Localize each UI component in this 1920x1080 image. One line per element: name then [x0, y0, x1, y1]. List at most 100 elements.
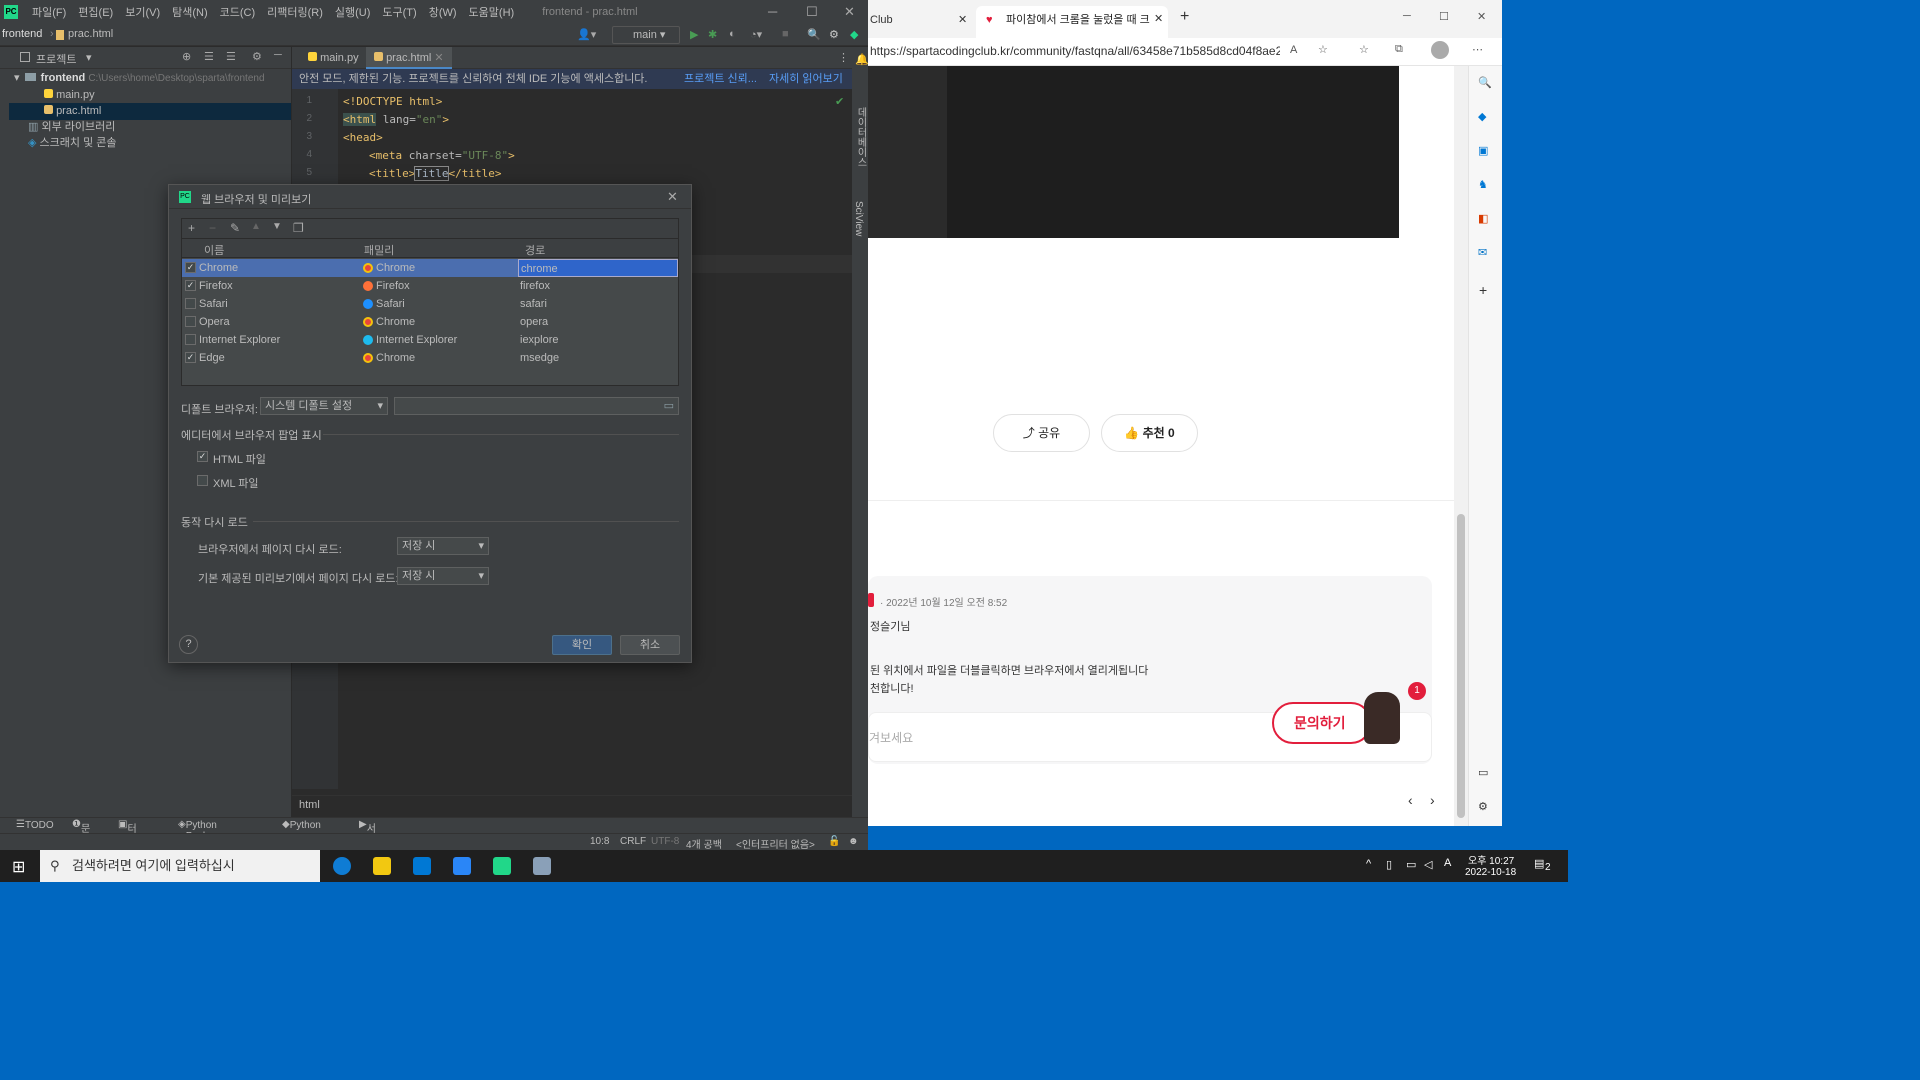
copy-icon[interactable]: ❐	[293, 221, 304, 235]
tree-external-libraries[interactable]: ▥ 외부 라이브러리	[28, 119, 115, 136]
notifications-icon[interactable]: 🔔	[855, 53, 869, 66]
minimize-icon[interactable]: ─	[768, 4, 777, 19]
caret-position[interactable]: 10:8	[590, 836, 609, 847]
panel-settings-icon[interactable]: ⚙	[252, 50, 262, 63]
column-path[interactable]: 경로	[525, 242, 545, 258]
favorites-list-icon[interactable]: ☆	[1359, 43, 1369, 56]
scrollbar[interactable]	[1454, 66, 1468, 826]
table-row[interactable]: Opera Chrome opera	[182, 313, 678, 331]
clock-time[interactable]: 오후 10:27	[1468, 852, 1514, 867]
lock-icon[interactable]: 🔓	[828, 836, 840, 847]
user-icon[interactable]: 👤▾	[577, 28, 596, 41]
locate-icon[interactable]: ⊕	[182, 50, 191, 63]
sciview-tool[interactable]: SciView	[853, 201, 864, 236]
todo-tool[interactable]: ☰ TODO	[16, 819, 54, 831]
minimize-icon[interactable]: ─	[1403, 10, 1411, 22]
browser-path-input[interactable]: ▭	[394, 397, 679, 415]
help-button[interactable]: ?	[179, 635, 198, 654]
table-row[interactable]: Safari Safari safari	[182, 295, 678, 313]
settings-gear-icon[interactable]: ⚙	[829, 28, 839, 41]
taskbar-search-box[interactable]: ⚲ 검색하려면 여기에 입력하십시	[40, 850, 320, 882]
close-tab-icon[interactable]: ✕	[434, 52, 443, 64]
chevron-right-icon[interactable]: ›	[1430, 792, 1435, 808]
sidebar-toggle-icon[interactable]: ▭	[1478, 766, 1488, 779]
services-tool[interactable]: ▶ 서비스	[359, 819, 376, 865]
browser-tab-active[interactable]: ♥ 파이참에서 크롬을 눌렀을 때 크	[976, 6, 1168, 38]
close-icon[interactable]: ✕	[1477, 10, 1486, 23]
url-field[interactable]: https://spartacodingclub.kr/community/fa…	[870, 44, 1280, 58]
enabled-checkbox[interactable]: ✓	[185, 352, 196, 363]
tree-root-frontend[interactable]: ▾ frontend C:\Users\home\Desktop\sparta\…	[14, 70, 291, 87]
tree-file-main-py[interactable]: main.py	[44, 87, 95, 104]
scrollbar-thumb[interactable]	[1457, 514, 1465, 818]
run-config-select[interactable]: main ▾	[612, 26, 680, 44]
line-separator[interactable]: CRLF	[620, 836, 646, 847]
close-icon[interactable]: ✕	[844, 4, 855, 20]
remove-icon[interactable]: −	[209, 221, 216, 235]
move-down-icon[interactable]: ▼	[272, 221, 282, 232]
collections-icon[interactable]: ⧉	[1395, 43, 1403, 56]
enabled-checkbox[interactable]	[185, 316, 196, 327]
enabled-checkbox[interactable]	[185, 298, 196, 309]
chevron-down-icon[interactable]: ▾	[86, 51, 92, 64]
column-family[interactable]: 패밀리	[364, 242, 394, 258]
reload-browser-select[interactable]: 저장 시 ▾	[397, 537, 489, 555]
menu-view[interactable]: 보기(V)	[119, 4, 166, 20]
column-name[interactable]: 이름	[204, 242, 224, 258]
profile-avatar[interactable]	[1431, 41, 1449, 59]
indent-setting[interactable]: 4개 공백	[686, 836, 722, 851]
add-icon[interactable]: +	[1479, 282, 1487, 298]
read-more-link[interactable]: 자세히 읽어보기	[769, 69, 843, 89]
games-icon[interactable]: ♞	[1478, 178, 1488, 191]
table-row[interactable]: Internet Explorer Internet Explorer iexp…	[182, 331, 678, 349]
pycharm-icon[interactable]	[493, 857, 511, 875]
reload-preview-select[interactable]: 저장 시 ▾	[397, 567, 489, 585]
expand-all-icon[interactable]: ☰	[204, 50, 214, 63]
chevron-left-icon[interactable]: ‹	[1408, 792, 1413, 808]
code-line-2[interactable]: <html lang="en">	[343, 113, 449, 126]
enabled-checkbox[interactable]	[185, 334, 196, 345]
menu-code[interactable]: 코드(C)	[214, 4, 262, 20]
notification-icon[interactable]: ▤	[1534, 857, 1544, 870]
project-panel-title[interactable]: 프로젝트	[36, 51, 76, 67]
office-icon[interactable]: ◧	[1478, 212, 1488, 225]
app-icon[interactable]	[453, 857, 471, 875]
folder-icon[interactable]: ▭	[664, 398, 674, 414]
code-line-1[interactable]: <!DOCTYPE html>	[343, 95, 442, 108]
breadcrumb-project[interactable]: frontend	[2, 28, 42, 40]
move-up-icon[interactable]: ▲	[251, 221, 261, 232]
more-icon[interactable]: ⋮	[838, 51, 849, 64]
tools-icon[interactable]: ▣	[1478, 144, 1488, 157]
shopping-icon[interactable]: ◆	[1478, 110, 1486, 123]
menu-refactor[interactable]: 리팩터링(R)	[261, 4, 329, 20]
tab-prac-html[interactable]: prac.html ✕	[366, 47, 452, 69]
maximize-icon[interactable]: ☐	[1439, 10, 1449, 23]
code-line-3[interactable]: <head>	[343, 131, 383, 144]
read-aloud-icon[interactable]: A	[1290, 44, 1297, 56]
close-tab-icon[interactable]: ✕	[1154, 12, 1163, 25]
menu-edit[interactable]: 편집(E)	[72, 4, 119, 20]
interpreter-setting[interactable]: <인터프리터 없음>	[736, 836, 815, 851]
new-tab-icon[interactable]: +	[1180, 8, 1189, 26]
run-icon[interactable]: ▶	[690, 28, 698, 41]
code-line-5[interactable]: <title>Title</title>	[369, 166, 501, 181]
hide-panel-icon[interactable]: ─	[274, 49, 282, 61]
outlook-icon[interactable]: ✉	[1478, 246, 1487, 259]
edge-icon[interactable]	[333, 857, 351, 875]
mascot-character[interactable]	[1364, 692, 1400, 744]
network-icon[interactable]: ▭	[1406, 858, 1416, 871]
search-icon[interactable]: 🔍	[1478, 76, 1492, 89]
favorite-icon[interactable]: ☆	[1318, 43, 1328, 56]
debug-icon[interactable]: ✱	[708, 28, 717, 41]
problems-tool[interactable]: ❶ 문제	[72, 819, 90, 850]
html-files-checkbox[interactable]: ✓	[197, 451, 208, 462]
default-browser-select[interactable]: 시스템 디폴트 설정 ▾	[260, 397, 388, 415]
xml-files-checkbox[interactable]	[197, 475, 208, 486]
stop-icon[interactable]: ■	[782, 28, 789, 40]
inquiry-button[interactable]: 문의하기	[1272, 702, 1372, 744]
trust-project-link[interactable]: 프로젝트 신뢰...	[684, 69, 757, 89]
cancel-button[interactable]: 취소	[620, 635, 680, 655]
store-icon[interactable]	[413, 857, 431, 875]
more-icon[interactable]: ⋯	[1472, 43, 1483, 56]
profile-icon[interactable]: ◔▾	[750, 28, 762, 41]
